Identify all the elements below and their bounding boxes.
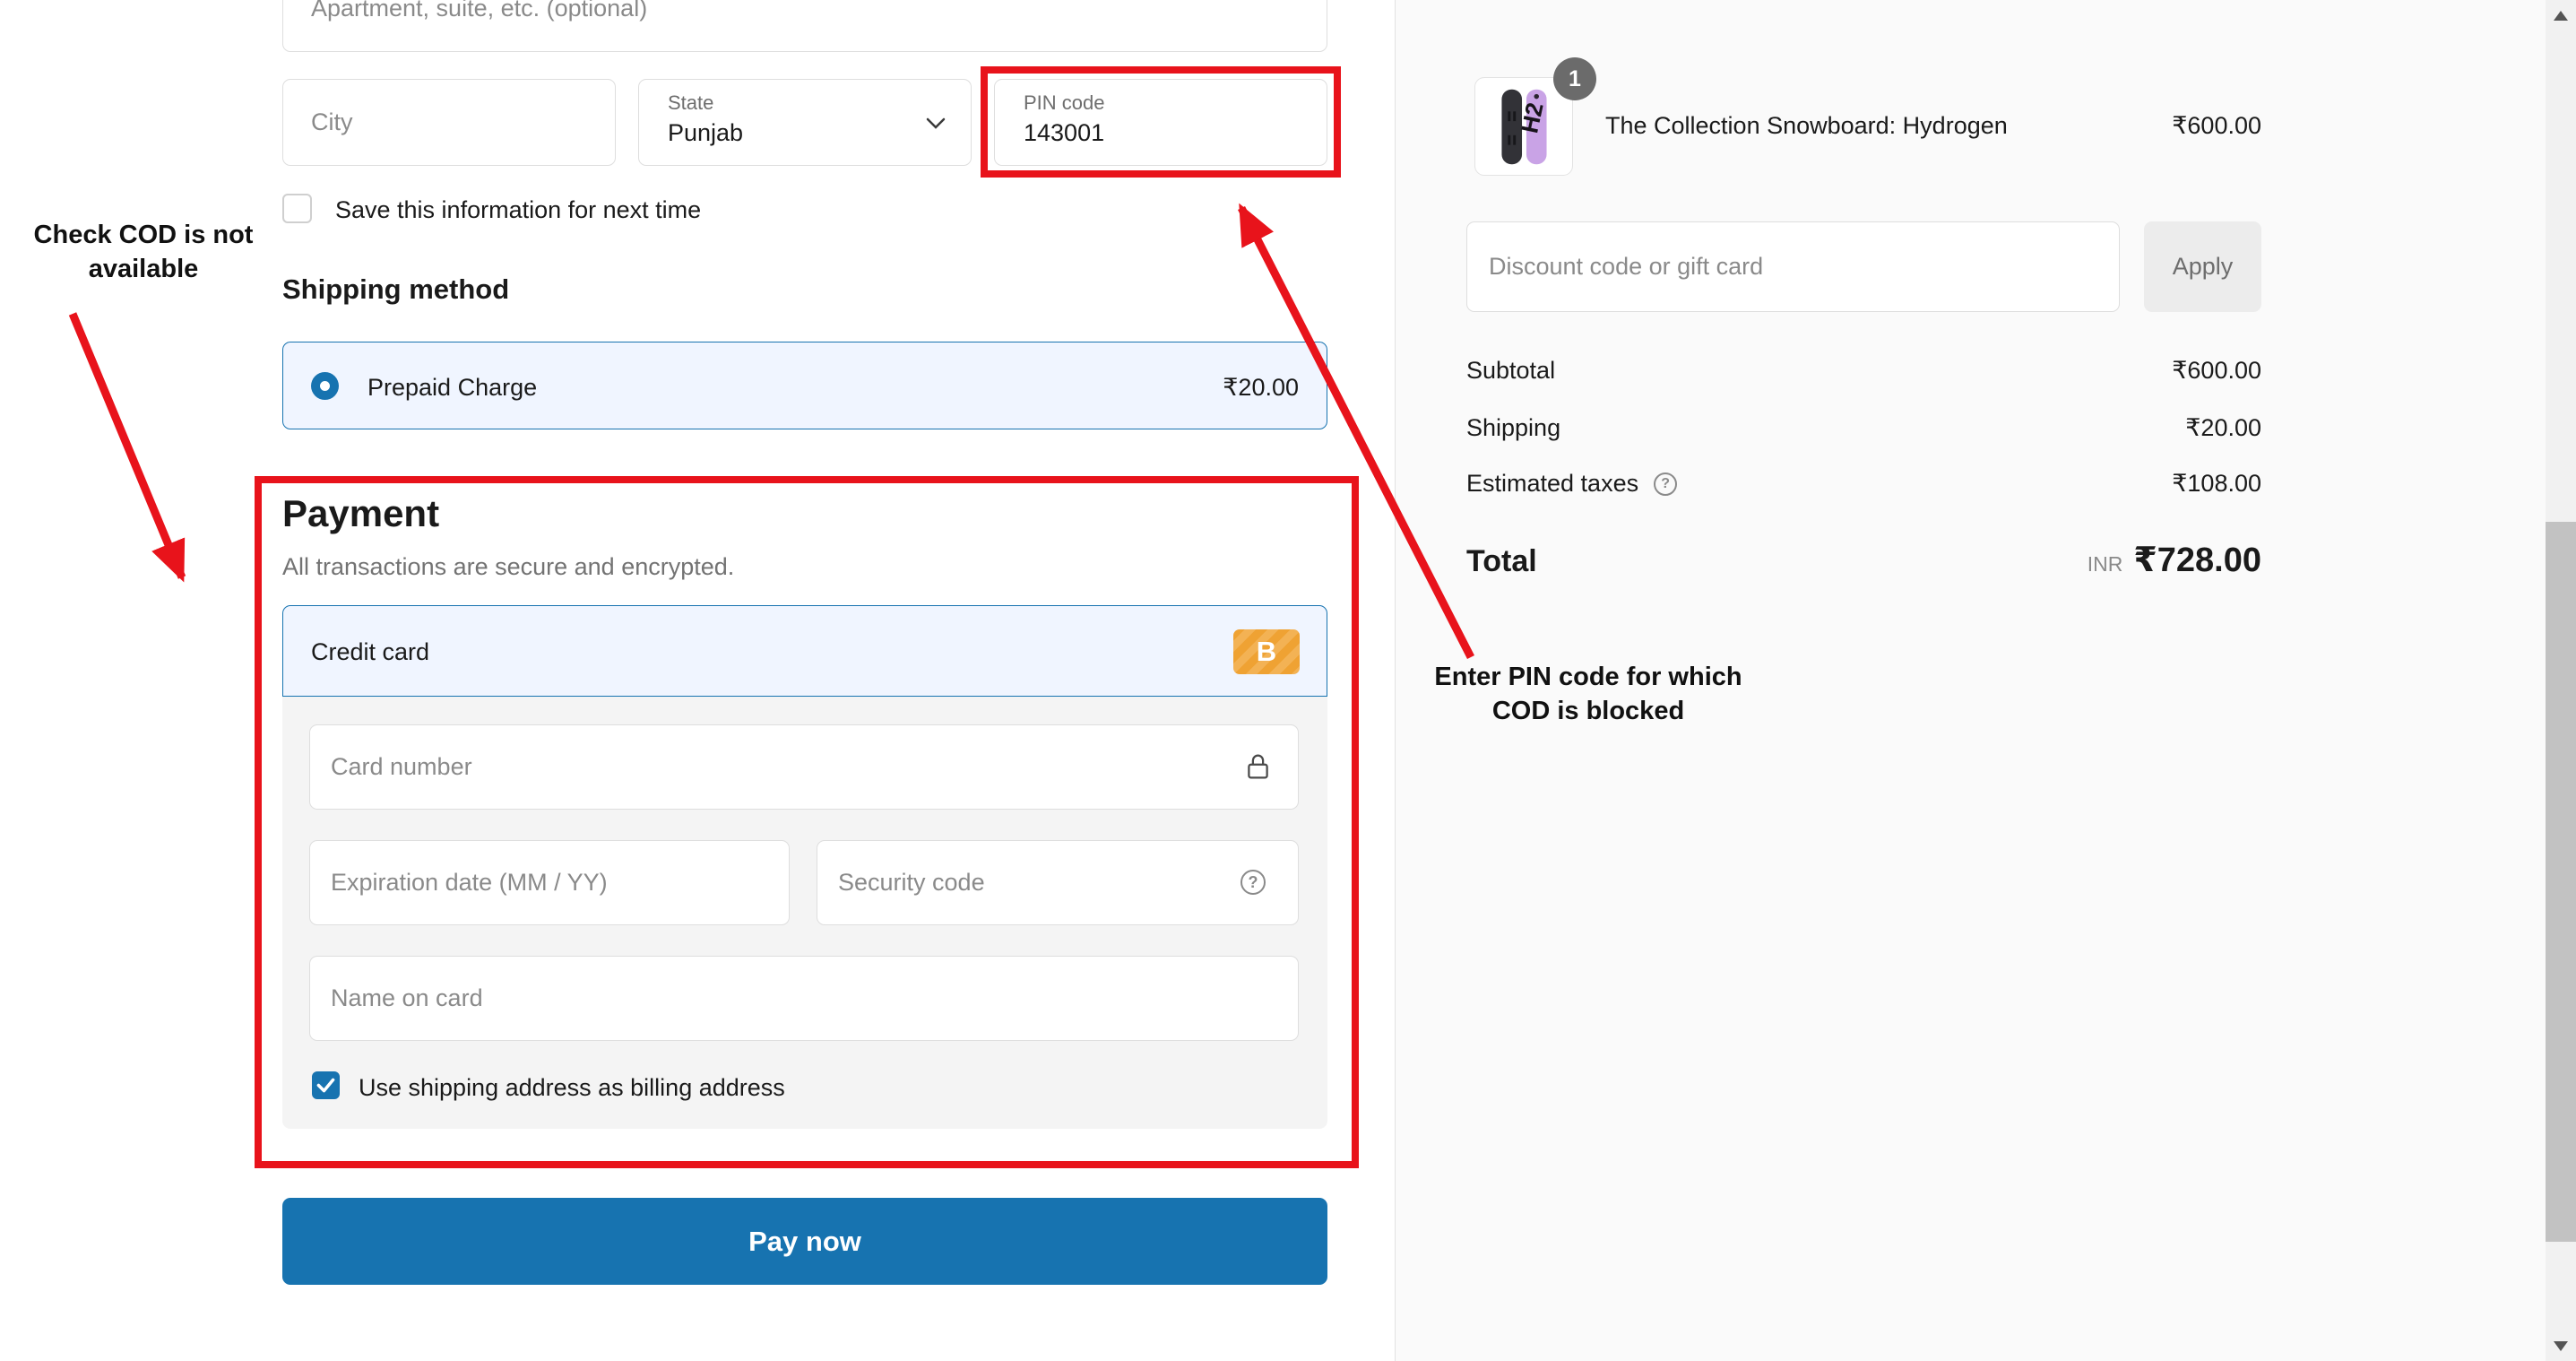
pin-code-label: PIN code	[1024, 91, 1105, 115]
apply-discount-button[interactable]: Apply	[2144, 221, 2261, 312]
card-number-input[interactable]	[309, 724, 1299, 810]
checkout-form-pane: State Punjab PIN code 143001 Save this i…	[0, 0, 1395, 1361]
state-label: State	[668, 91, 713, 115]
state-select[interactable]: State Punjab	[638, 79, 972, 166]
pin-code-value: 143001	[1024, 119, 1104, 147]
city-input[interactable]	[282, 79, 616, 166]
shipping-option-price: ₹20.00	[1223, 374, 1299, 402]
pin-code-input[interactable]: PIN code 143001	[994, 79, 1327, 166]
scrollbar-track[interactable]	[2546, 0, 2576, 1361]
state-value: Punjab	[668, 119, 743, 147]
security-code-input[interactable]	[817, 840, 1299, 925]
checkout-page: State Punjab PIN code 143001 Save this i…	[0, 0, 2576, 1361]
pin-annotation-note: Enter PIN code for which COD is blocked	[1396, 660, 1781, 728]
lock-icon	[1246, 752, 1270, 785]
credit-card-form: ? Use shipping address as billing addres…	[282, 697, 1327, 1129]
scroll-up-icon[interactable]	[2554, 11, 2568, 21]
shipping-value: ₹20.00	[2185, 414, 2261, 442]
total-value: ₹728.00	[2133, 540, 2261, 580]
credit-card-label: Credit card	[311, 638, 429, 666]
radio-selected-icon[interactable]	[311, 372, 339, 400]
scrollbar-thumb[interactable]	[2546, 522, 2576, 1242]
expiration-date-input[interactable]	[309, 840, 790, 925]
total-label: Total	[1466, 544, 1537, 579]
shipping-method-heading: Shipping method	[282, 273, 509, 306]
taxes-value: ₹108.00	[2172, 470, 2261, 498]
item-price: ₹600.00	[2172, 112, 2261, 140]
shipping-label: Shipping	[1466, 414, 1560, 442]
total-currency: INR	[2088, 552, 2123, 576]
item-quantity-badge: 1	[1553, 57, 1596, 100]
credit-card-option[interactable]: Credit card B	[282, 605, 1327, 697]
shipping-option-label: Prepaid Charge	[367, 374, 537, 402]
subtotal-value: ₹600.00	[2172, 357, 2261, 385]
chevron-down-icon	[926, 117, 946, 134]
billing-address-label: Use shipping address as billing address	[359, 1074, 785, 1102]
save-info-checkbox[interactable]	[282, 194, 312, 223]
subtotal-label: Subtotal	[1466, 357, 1555, 385]
bogus-gateway-icon: B	[1233, 629, 1300, 674]
taxes-label: Estimated taxes	[1466, 470, 1638, 498]
scroll-down-icon[interactable]	[2554, 1341, 2568, 1351]
payment-heading: Payment	[282, 492, 439, 535]
name-on-card-input[interactable]	[309, 956, 1299, 1041]
item-title: The Collection Snowboard: Hydrogen	[1605, 112, 2008, 140]
security-code-help-icon[interactable]: ?	[1240, 870, 1266, 895]
save-info-label: Save this information for next time	[335, 196, 701, 224]
taxes-help-icon[interactable]: ?	[1654, 472, 1677, 496]
shipping-option-prepaid[interactable]: Prepaid Charge ₹20.00	[282, 342, 1327, 429]
cod-annotation-note: Check COD is not available	[18, 218, 269, 286]
pay-now-button[interactable]: Pay now	[282, 1198, 1327, 1285]
billing-address-checkbox[interactable]	[312, 1071, 340, 1099]
apartment-input[interactable]	[282, 0, 1327, 52]
payment-subheading: All transactions are secure and encrypte…	[282, 553, 734, 581]
discount-code-input[interactable]	[1466, 221, 2120, 312]
